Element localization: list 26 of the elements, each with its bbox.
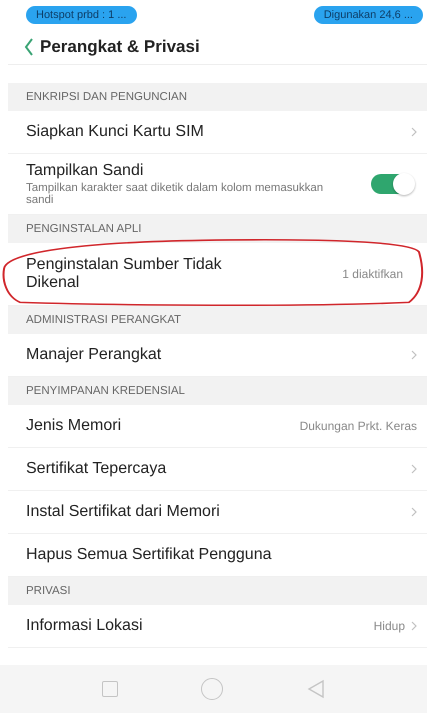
page-title: Perangkat & Privasi [40, 37, 200, 57]
section-header: ENKRIPSI DAN PENGUNCIAN [8, 83, 427, 111]
setting-description: Tampilkan karakter saat diketik dalam kolom memasukkan sandi [26, 182, 324, 206]
setting-item[interactable]: Hapus Semua Sertifikat Pengguna [26, 546, 276, 564]
setting-item[interactable]: Manajer Perangkat [26, 346, 276, 364]
toggle-switch[interactable] [371, 174, 413, 194]
data-usage-pill: Digunakan 24,6 ... [314, 6, 423, 24]
setting-item[interactable]: Instal Sertifikat dari Memori [26, 503, 276, 521]
setting-item[interactable]: Informasi Lokasi [26, 617, 276, 635]
section-header: PENYIMPANAN KREDENSIAL [8, 377, 427, 405]
section-header: PRIVASI [8, 577, 427, 605]
hotspot-pill: Hotspot prbd : 1 ... [26, 6, 136, 24]
home-icon[interactable] [201, 678, 224, 700]
setting-value: 1 diaktifkan [342, 267, 403, 281]
setting-item[interactable]: Penginstalan Sumber Tidak Dikenal [26, 256, 276, 292]
setting-item[interactable]: Siapkan Kunci Kartu SIM [26, 123, 276, 141]
back-icon[interactable] [24, 38, 34, 56]
section-header: PENGINSTALAN APLI [8, 215, 427, 243]
section-header: ADMINISTRASI PERANGKAT [8, 306, 427, 334]
setting-value: Hidup [374, 619, 405, 633]
recents-icon[interactable] [102, 681, 118, 697]
setting-title: Tampilkan Sandi [26, 162, 144, 180]
back-icon[interactable] [307, 679, 326, 699]
setting-item[interactable]: Jenis Memori [26, 417, 276, 435]
setting-value: Dukungan Prkt. Keras [300, 419, 417, 433]
setting-item[interactable]: Sertifikat Tepercaya [26, 460, 276, 478]
